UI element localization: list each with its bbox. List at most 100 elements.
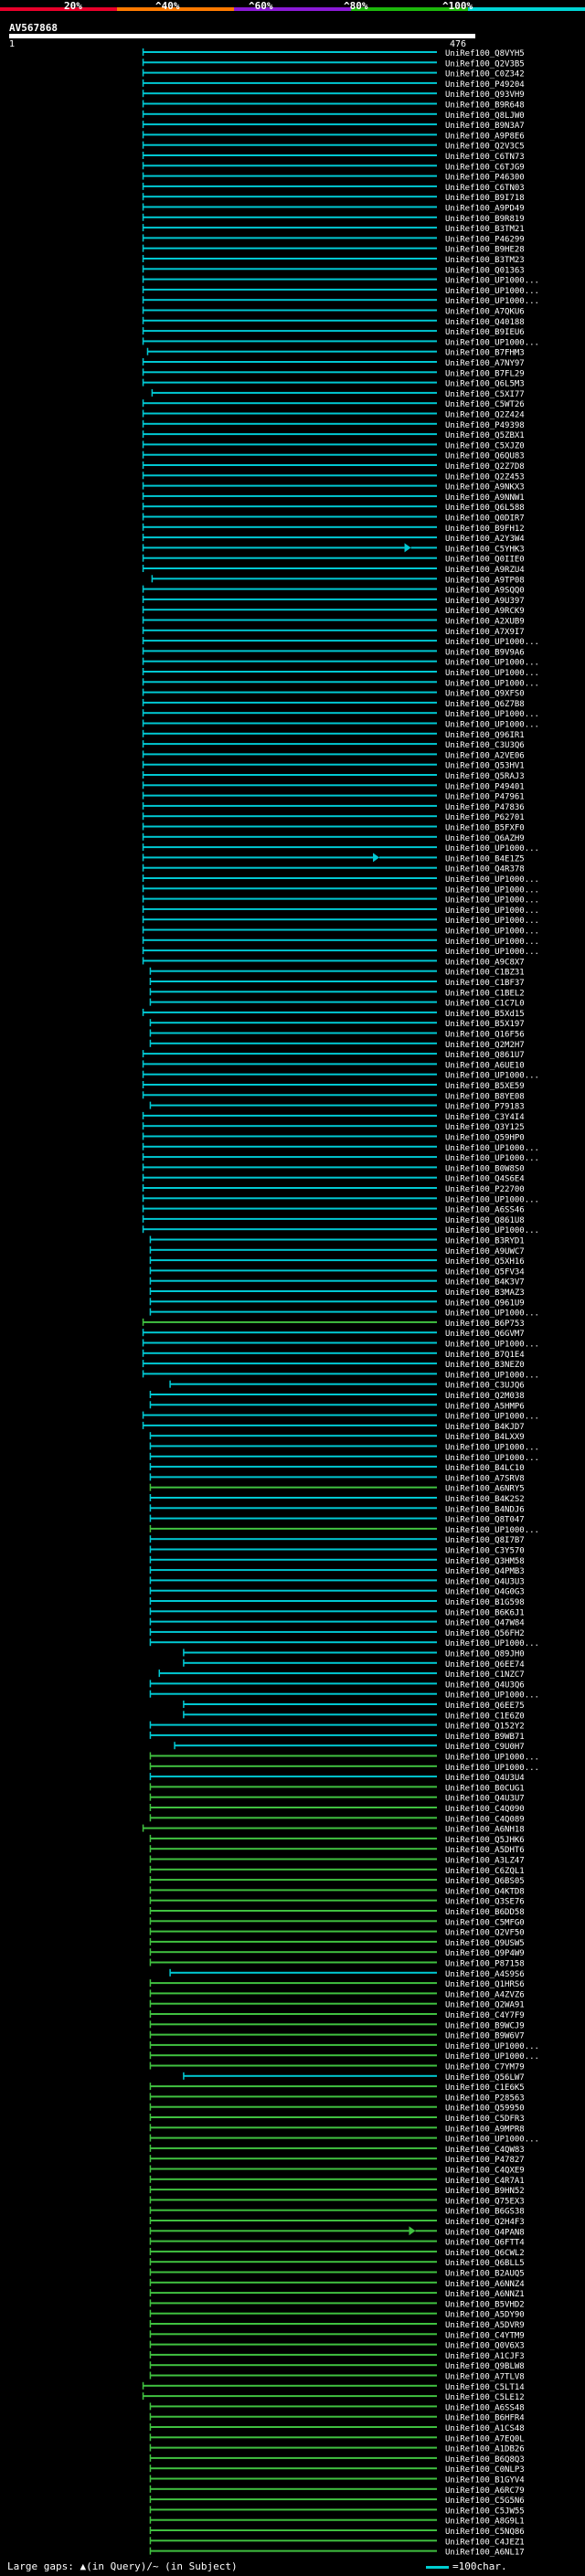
hit-bar <box>150 1507 437 1510</box>
hit-start-tick <box>149 2402 152 2411</box>
hit-row: UniRef100_B9WB71 <box>149 1731 525 1742</box>
hit-row: UniRef100_Q5ZBX1 <box>142 430 525 440</box>
hit-row: UniRef100_C0NLP3 <box>149 2465 525 2475</box>
hit-label: UniRef100_C4QW83 <box>445 2146 525 2155</box>
hit-label: UniRef100_A6SS46 <box>445 1206 525 1215</box>
hit-label: UniRef100_Q6EE74 <box>445 1660 525 1670</box>
hit-label: UniRef100_UP1000... <box>445 948 539 957</box>
hit-bar <box>150 2002 437 2005</box>
hit-bar <box>143 505 438 508</box>
hit-bar <box>150 2209 437 2211</box>
hit-start-tick <box>142 69 144 77</box>
hit-row: UniRef100_Q40188 <box>142 316 525 327</box>
hit-start-tick <box>183 1711 185 1719</box>
hit-row: UniRef100_B4E1Z5 <box>142 853 525 864</box>
hit-start-tick <box>142 265 144 273</box>
hit-row: UniRef100_C6TN03 <box>142 182 525 193</box>
hit-bar <box>143 1228 438 1231</box>
hit-row: UniRef100_C1BZ31 <box>149 967 525 978</box>
hit-start-tick <box>149 1865 152 1873</box>
hit-start-tick <box>149 1690 152 1698</box>
hit-bar <box>152 578 437 580</box>
hit-row: UniRef100_C3UJQ6 <box>169 1380 525 1391</box>
hit-start-tick <box>149 2020 152 2029</box>
hit-label: UniRef100_B9N3A7 <box>445 122 525 131</box>
hit-label: UniRef100_C5MFG0 <box>445 1918 525 1927</box>
hit-start-tick <box>142 234 144 242</box>
hit-label: UniRef100_B4KJD7 <box>445 1423 525 1432</box>
hit-row: UniRef100_B5XE59 <box>142 1081 525 1091</box>
hit-label: UniRef100_Q961U9 <box>445 1299 525 1308</box>
hit-label: UniRef100_Q2Z453 <box>445 472 525 482</box>
hit-start-tick <box>142 771 144 779</box>
hit-row: UniRef100_P87158 <box>149 1958 525 1969</box>
hit-label: UniRef100_A6NNZ1 <box>445 2290 525 2299</box>
hit-bar <box>143 1424 438 1426</box>
hit-label: UniRef100_A9RCK9 <box>445 607 525 616</box>
hit-row: UniRef100_A6SS48 <box>149 2402 525 2412</box>
hit-start-tick <box>142 409 144 418</box>
hit-start-tick <box>149 1999 152 2008</box>
hit-row: UniRef100_A6RC79 <box>149 2485 525 2496</box>
hit-bar <box>175 1744 437 1747</box>
hit-start-tick <box>149 2206 152 2214</box>
hit-row: UniRef100_Q6EE75 <box>183 1701 525 1711</box>
hit-label: UniRef100_A6UE10 <box>445 1061 525 1070</box>
hit-label: UniRef100_C4Q089 <box>445 1815 525 1824</box>
hit-row: UniRef100_UP1000... <box>142 905 539 916</box>
hit-bar <box>150 2446 437 2449</box>
hit-label: UniRef100_B6Q8Q3 <box>445 2455 525 2465</box>
hit-row: UniRef100_B9HN52 <box>149 2186 525 2196</box>
hit-label: UniRef100_B2AUQ5 <box>445 2270 525 2279</box>
hit-row: UniRef100_B6P753 <box>142 1318 525 1329</box>
hit-start-tick <box>149 2010 152 2018</box>
hit-bar <box>143 743 438 746</box>
hit-bar <box>150 2271 437 2274</box>
hit-start-tick <box>149 1524 152 1532</box>
hit-start-tick <box>142 1421 144 1429</box>
hit-row: UniRef100_UP1000... <box>142 657 539 668</box>
hit-label: UniRef100_C5LE12 <box>445 2393 525 2402</box>
hit-row: UniRef100_A9NNW1 <box>142 492 525 503</box>
hit-row: UniRef100_B4K2S2 <box>149 1494 525 1504</box>
hit-label: UniRef100_Q8I7B7 <box>445 1536 525 1545</box>
hit-row: UniRef100_C1E6K5 <box>149 2083 525 2093</box>
hit-label: UniRef100_A9NNW1 <box>445 493 525 503</box>
hit-bar <box>143 340 438 343</box>
hit-row: UniRef100_Q9P4W9 <box>149 1948 525 1958</box>
hit-row: UniRef100_A6UE10 <box>142 1060 525 1070</box>
hit-bar <box>143 412 438 415</box>
hit-bar <box>143 71 438 74</box>
hit-row: UniRef100_Q75EX3 <box>149 2196 525 2206</box>
hit-row: UniRef100_A7X9I7 <box>142 626 525 637</box>
hit-start-tick <box>149 988 152 996</box>
hit-bar <box>143 227 438 229</box>
hit-row: UniRef100_UP1000... <box>142 895 539 906</box>
hit-start-tick <box>183 1648 185 1657</box>
hit-start-tick <box>142 1070 144 1078</box>
hit-start-tick <box>142 327 144 335</box>
hit-row: UniRef100_B9WCJ9 <box>149 2020 525 2030</box>
hit-row: UniRef100_C5DFR3 <box>149 2114 525 2124</box>
hit-label: UniRef100_UP1000... <box>445 1371 539 1380</box>
hit-bar <box>143 856 374 859</box>
hit-start-tick <box>142 1122 144 1130</box>
hit-row: UniRef100_Q6FTT4 <box>149 2237 525 2248</box>
hit-bar <box>150 1858 437 1860</box>
hit-bar <box>143 712 438 715</box>
hit-row: UniRef100_UP1000... <box>142 719 539 730</box>
hit-start-tick <box>149 2423 152 2431</box>
hit-label: UniRef100_A6NRY5 <box>445 1485 525 1494</box>
hit-bar <box>143 629 438 631</box>
hit-start-tick <box>149 2196 152 2204</box>
hit-label: UniRef100_C5WT26 <box>445 400 525 409</box>
hit-bar <box>143 774 438 776</box>
hit-bar <box>150 1848 437 1850</box>
hit-bar <box>150 1796 437 1798</box>
hit-bar <box>150 991 437 993</box>
hit-label: UniRef100_A5DHT6 <box>445 1846 525 1855</box>
hit-bar <box>150 1610 437 1613</box>
hit-bar <box>143 753 438 756</box>
hit-start-tick <box>149 2083 152 2091</box>
hit-row: UniRef100_B3NEZ0 <box>142 1360 525 1370</box>
